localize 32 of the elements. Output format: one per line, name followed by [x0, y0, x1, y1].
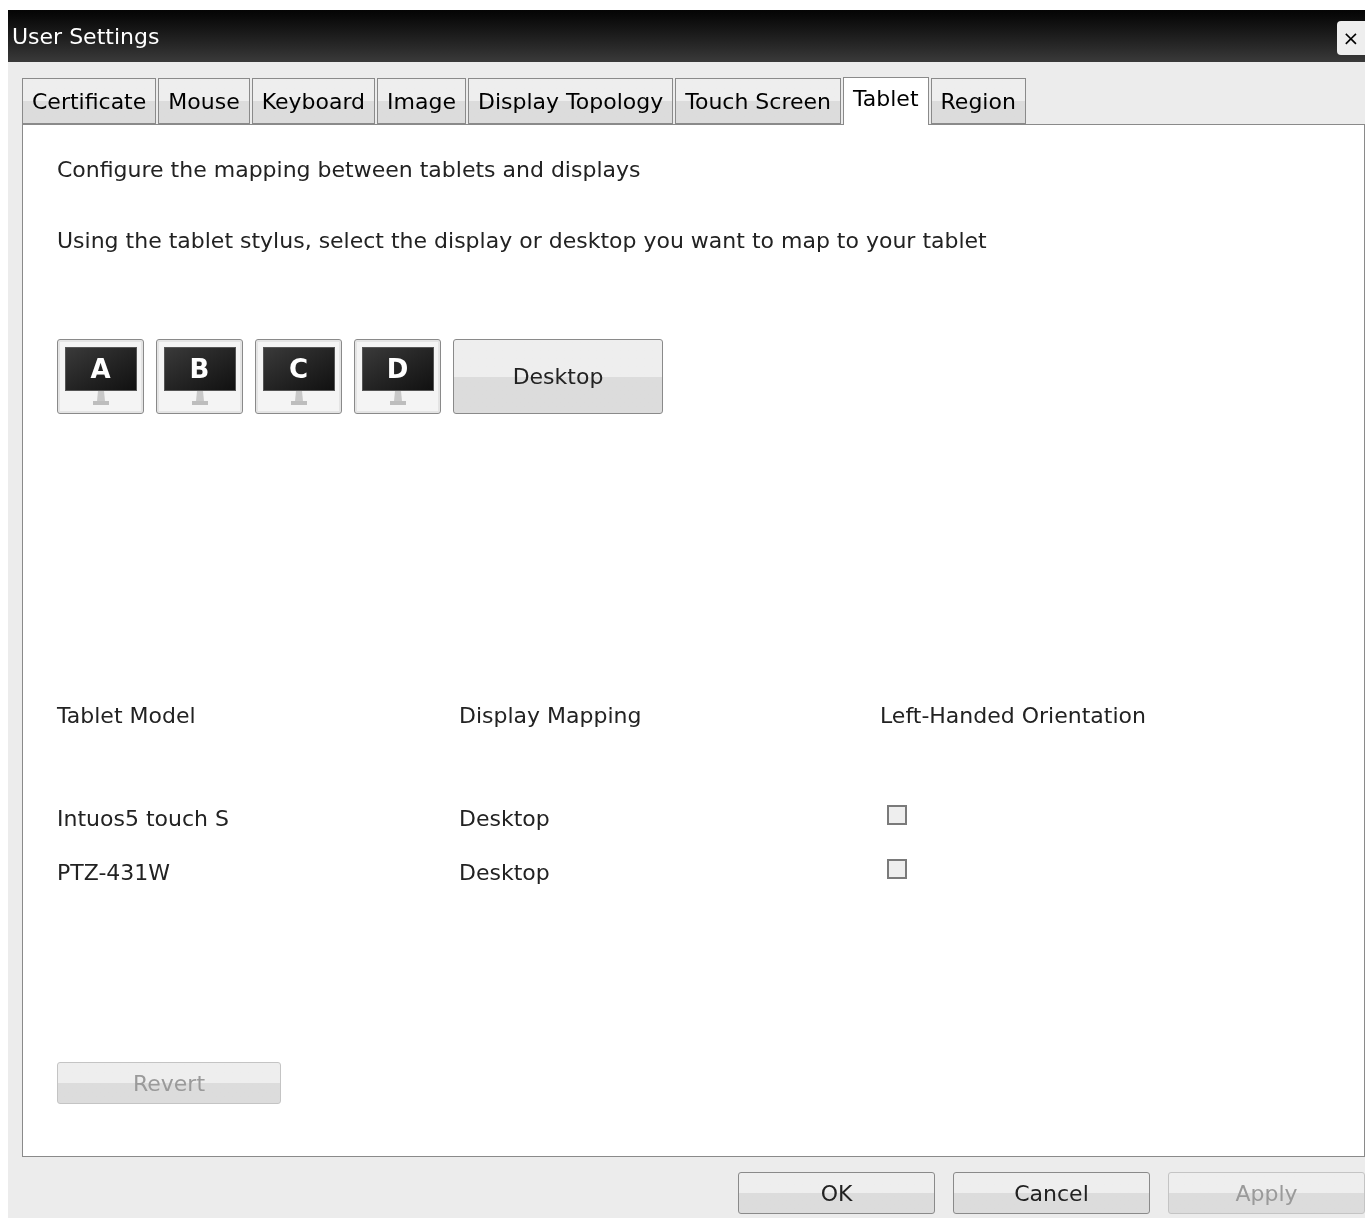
column-header: Display Mapping	[459, 702, 643, 730]
column-header: Left-Handed Orientation	[880, 702, 1147, 730]
tab[interactable]: Keyboard	[251, 78, 376, 124]
tab[interactable]: Touch Screen	[675, 78, 841, 124]
monitor-screen: D	[361, 347, 434, 391]
table-cell-text: Intuos5 touch S	[57, 805, 230, 833]
display-button[interactable]: C	[255, 339, 342, 414]
table-cell-text: Desktop	[459, 859, 551, 887]
monitor-screen: C	[262, 347, 335, 391]
checkbox[interactable]	[887, 804, 907, 825]
checkbox[interactable]	[887, 858, 907, 879]
intro-text: Configure the mapping between tablets and displays	[57, 156, 642, 184]
display-button[interactable]: B	[156, 339, 243, 414]
tab[interactable]: Certificate	[22, 78, 157, 124]
dialog-button[interactable]: OK	[738, 1172, 935, 1214]
dialog-button[interactable]: Cancel	[953, 1172, 1150, 1214]
monitor-screen: B	[163, 347, 236, 391]
table-cell-text: Desktop	[459, 805, 551, 833]
monitor-screen: A	[64, 347, 137, 391]
desktop-button[interactable]: Desktop	[453, 339, 663, 414]
tab[interactable]: Mouse	[158, 78, 250, 124]
display-button[interactable]: D	[354, 339, 441, 414]
tab[interactable]: Tablet	[843, 77, 929, 125]
close-button[interactable]: ×	[1337, 21, 1365, 55]
tab[interactable]: Display Topology	[468, 78, 674, 124]
display-button[interactable]: A	[57, 339, 144, 414]
column-header: Tablet Model	[57, 702, 197, 730]
window-title: User Settings	[12, 22, 160, 51]
instruction-text: Using the tablet stylus, select the display or desktop you want to map to your tablet	[57, 227, 988, 255]
tab[interactable]: Image	[377, 78, 466, 124]
table-cell-text: PTZ-431W	[57, 859, 172, 887]
tab[interactable]: Region	[930, 78, 1026, 124]
